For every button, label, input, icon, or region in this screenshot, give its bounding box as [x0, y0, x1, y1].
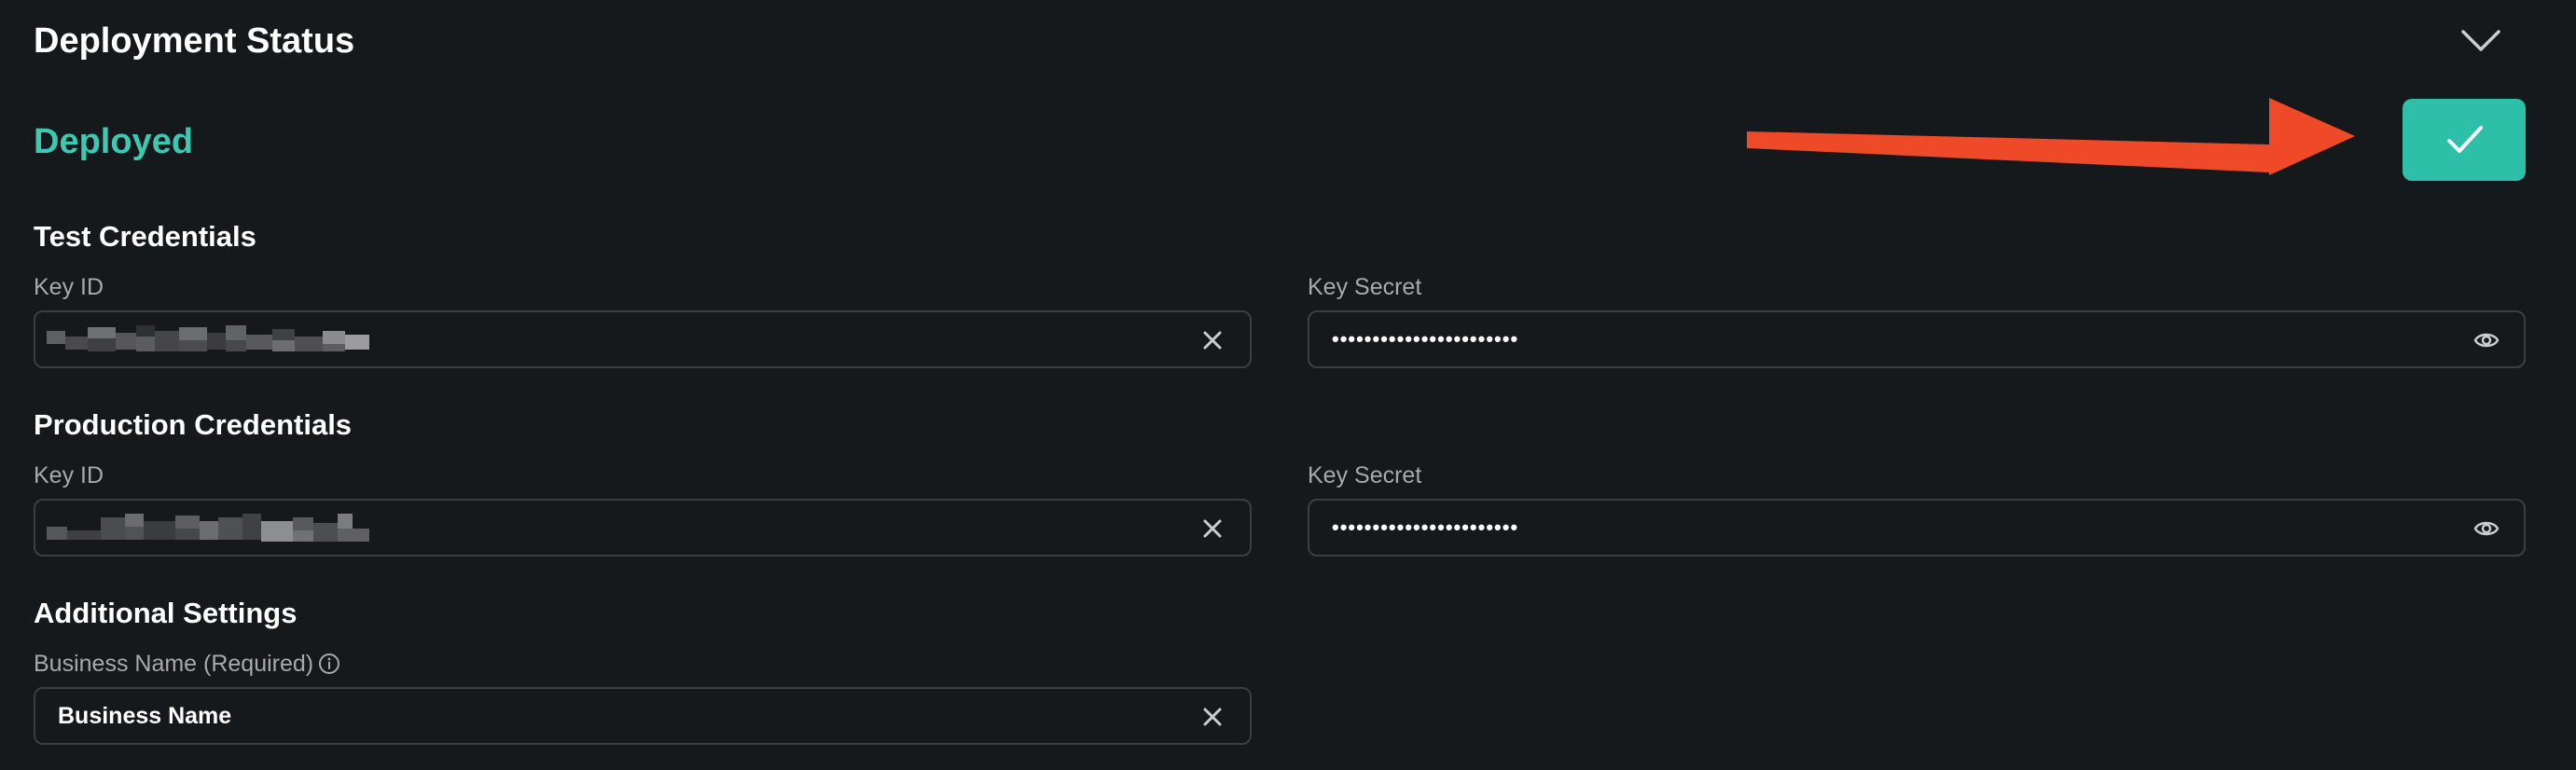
business-name-value: Business Name [58, 703, 232, 729]
confirm-deploy-button[interactable] [2403, 99, 2526, 181]
section-title-deployment-status: Deployment Status [34, 21, 355, 61]
business-name-label: Business Name (Required) [34, 651, 314, 677]
test-key-secret-label: Key Secret [1308, 274, 1422, 300]
info-icon[interactable] [318, 653, 340, 675]
eye-icon[interactable] [2473, 516, 2500, 542]
chevron-down-icon[interactable] [2460, 28, 2501, 54]
business-name-field[interactable]: Business Name [34, 687, 1252, 745]
checkmark-icon [2447, 126, 2483, 153]
additional-settings-title: Additional Settings [34, 597, 298, 629]
clear-icon[interactable] [1199, 327, 1226, 353]
production-credentials-title: Production Credentials [34, 408, 353, 441]
production-key-id-field[interactable] [34, 499, 1252, 557]
redacted-key-id-image [47, 325, 369, 351]
test-credentials-title: Test Credentials [34, 220, 256, 253]
production-key-id-label: Key ID [34, 462, 104, 488]
annotation-arrow-icon [1747, 98, 2355, 175]
test-key-secret-field[interactable]: ••••••••••••••••••••••• [1308, 310, 2526, 368]
test-key-id-label: Key ID [34, 274, 104, 300]
deployment-status-label: Deployed [34, 122, 194, 161]
eye-icon[interactable] [2473, 327, 2500, 353]
production-key-secret-field[interactable]: ••••••••••••••••••••••• [1308, 499, 2526, 557]
clear-icon[interactable] [1199, 704, 1226, 730]
test-key-id-field[interactable] [34, 310, 1252, 368]
test-key-secret-value: ••••••••••••••••••••••• [1332, 327, 1519, 351]
production-key-secret-value: ••••••••••••••••••••••• [1332, 516, 1519, 539]
clear-icon[interactable] [1199, 516, 1226, 542]
redacted-key-id-image [47, 514, 369, 542]
production-key-secret-label: Key Secret [1308, 462, 1422, 488]
